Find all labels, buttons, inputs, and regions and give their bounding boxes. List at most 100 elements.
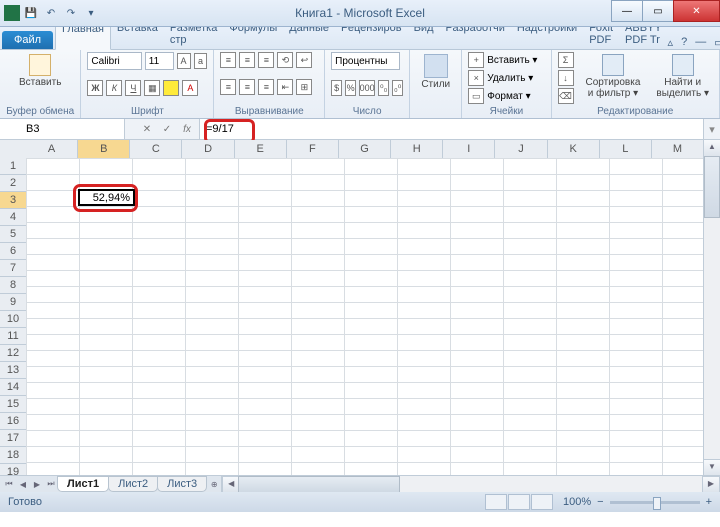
col-header-M[interactable]: M [652,140,704,158]
format-cells-button[interactable]: Формат ▾ [487,91,530,102]
column-headers[interactable]: ABCDEFGHIJKLM [26,140,704,159]
row-header-6[interactable]: 6 [0,243,26,260]
sheet-nav-last[interactable]: ⏭ [44,479,58,489]
row-header-8[interactable]: 8 [0,277,26,294]
col-header-E[interactable]: E [235,140,287,158]
insert-function-button[interactable]: fx [179,124,195,135]
tab-file[interactable]: Файл [2,31,53,49]
fill-button[interactable]: ↓ [558,70,574,86]
qat-customize-button[interactable]: ▾ [82,4,100,22]
sheet-tab-Лист1[interactable]: Лист1 [57,476,109,492]
cancel-formula-button[interactable]: ✕ [139,124,155,135]
font-name-select[interactable]: Calibri [87,52,141,70]
sheet-nav-first[interactable]: ⏮ [2,479,16,489]
currency-button[interactable]: $ [331,80,342,96]
increase-font-button[interactable]: A [177,53,191,69]
normal-view-button[interactable] [485,494,507,510]
zoom-out-button[interactable]: − [597,496,603,508]
col-header-G[interactable]: G [339,140,391,158]
qat-undo-button[interactable]: ↶ [42,4,60,22]
row-headers[interactable]: 123456789101112131415161718192021 [0,158,27,476]
find-select-button[interactable]: Найти и выделить ▾ [652,52,713,101]
cells-area[interactable]: 52,94% [26,158,704,476]
vertical-scrollbar[interactable]: ▲ ▼ [703,140,720,476]
percent-button[interactable]: % [345,80,356,96]
col-header-B[interactable]: B [78,140,130,158]
new-sheet-button[interactable]: ⊕ [207,480,221,489]
row-header-10[interactable]: 10 [0,311,26,328]
row-header-12[interactable]: 12 [0,345,26,362]
col-header-A[interactable]: A [26,140,78,158]
close-button[interactable]: ✕ [673,0,720,22]
increase-decimal-button[interactable]: ⁰₀ [378,80,389,96]
col-header-H[interactable]: H [391,140,443,158]
underline-button[interactable]: Ч [125,80,141,96]
page-layout-view-button[interactable] [508,494,530,510]
qat-save-button[interactable]: 💾 [22,4,40,22]
name-box[interactable]: B3 [0,119,125,139]
expand-formula-bar-button[interactable]: ▾ [703,119,720,139]
comma-button[interactable]: 000 [359,80,375,96]
clear-button[interactable]: ⌫ [558,88,574,104]
align-middle-button[interactable]: ≡ [239,52,255,68]
page-break-view-button[interactable] [531,494,553,510]
sheet-tab-Лист2[interactable]: Лист2 [108,476,158,492]
zoom-in-button[interactable]: + [706,496,712,508]
col-header-D[interactable]: D [182,140,234,158]
col-header-C[interactable]: C [130,140,182,158]
row-header-18[interactable]: 18 [0,447,26,464]
italic-button[interactable]: К [106,80,122,96]
sheet-nav-next[interactable]: ▶ [30,480,44,489]
row-header-5[interactable]: 5 [0,226,26,243]
font-size-select[interactable]: 11 [145,52,174,70]
row-header-1[interactable]: 1 [0,158,26,175]
help-icon[interactable]: ? [681,36,687,49]
minimize-button[interactable]: — [611,0,643,22]
align-bottom-button[interactable]: ≡ [258,52,274,68]
number-format-select[interactable]: Процентны [331,52,400,70]
row-header-15[interactable]: 15 [0,396,26,413]
mdi-min-icon[interactable]: — [695,36,706,49]
bold-button[interactable]: Ж [87,80,103,96]
horizontal-scrollbar[interactable]: ◀ ▶ [221,476,720,492]
row-header-14[interactable]: 14 [0,379,26,396]
mdi-restore-icon[interactable]: ▭ [714,36,720,49]
align-top-button[interactable]: ≡ [220,52,236,68]
select-all-button[interactable] [0,140,27,159]
col-header-L[interactable]: L [600,140,652,158]
fill-color-button[interactable] [163,80,179,96]
col-header-J[interactable]: J [495,140,547,158]
col-header-F[interactable]: F [287,140,339,158]
autosum-button[interactable]: Σ [558,52,574,68]
align-center-button[interactable]: ≡ [239,79,255,95]
row-header-11[interactable]: 11 [0,328,26,345]
sort-filter-button[interactable]: Сортировка и фильтр ▾ [582,52,645,101]
enter-formula-button[interactable]: ✓ [159,124,175,135]
delete-cells-button[interactable]: Удалить ▾ [487,73,533,84]
decrease-indent-button[interactable]: ⇤ [277,79,293,95]
qat-redo-button[interactable]: ↷ [62,4,80,22]
align-left-button[interactable]: ≡ [220,79,236,95]
scroll-right-button[interactable]: ▶ [702,476,720,492]
border-button[interactable]: ▦ [144,80,160,96]
row-header-2[interactable]: 2 [0,175,26,192]
wrap-text-button[interactable]: ↩ [296,52,312,68]
row-header-4[interactable]: 4 [0,209,26,226]
formula-input[interactable]: =9/17 [200,119,703,139]
decrease-decimal-button[interactable]: ₀⁰ [392,80,403,96]
col-header-I[interactable]: I [443,140,495,158]
sheet-tab-Лист3[interactable]: Лист3 [157,476,207,492]
font-color-button[interactable]: A [182,80,198,96]
row-header-7[interactable]: 7 [0,260,26,277]
ribbon-minimize-icon[interactable]: ▵ [668,36,674,49]
decrease-font-button[interactable]: a [194,53,208,69]
align-right-button[interactable]: ≡ [258,79,274,95]
scroll-up-button[interactable]: ▲ [703,140,720,157]
hscroll-thumb[interactable] [238,476,400,492]
merge-button[interactable]: ⊞ [296,79,312,95]
sheet-nav-prev[interactable]: ◀ [16,480,30,489]
maximize-button[interactable]: ▭ [642,0,674,22]
active-cell[interactable]: 52,94% [78,189,135,206]
col-header-K[interactable]: K [548,140,600,158]
row-header-3[interactable]: 3 [0,192,26,209]
